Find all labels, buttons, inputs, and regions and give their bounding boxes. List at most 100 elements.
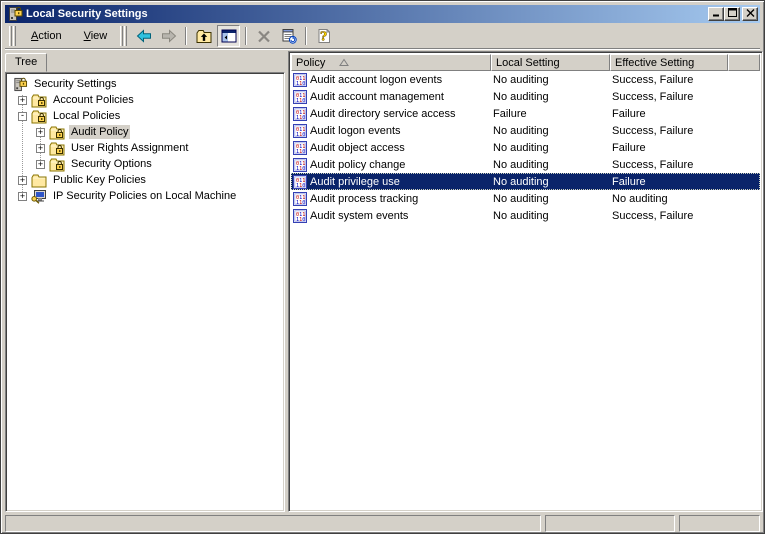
svg-text:110: 110 [296,98,305,104]
local-setting: No auditing [491,190,610,207]
effective-setting: Failure [610,105,728,122]
list-row-audit-account-management[interactable]: 011110Audit account managementNo auditin… [291,88,760,105]
tree-item-label[interactable]: User Rights Assignment [69,141,190,155]
local-setting: No auditing [491,122,610,139]
policy-cell: 011110Audit directory service access [291,105,491,122]
policy-icon: 011110 [293,73,307,87]
column-header-local-setting[interactable]: Local Setting [491,54,610,71]
rebar-grip[interactable] [9,26,17,46]
column-header-label: Effective Setting [615,57,694,69]
effective-setting: No auditing [610,190,728,207]
status-panel [5,515,541,532]
menu-action[interactable]: Action [20,27,73,45]
column-header-effective-setting[interactable]: Effective Setting [610,54,728,71]
tree-item-label[interactable]: IP Security Policies on Local Machine [51,189,238,203]
policy-icon: 011110 [293,209,307,223]
titlebar[interactable]: Local Security Settings [5,5,760,23]
tree-item-security-settings[interactable]: Security Settings [8,76,282,92]
tree-item-label[interactable]: Security Options [69,157,154,171]
toolbar-separator [185,27,187,45]
policy-icon: 011110 [293,141,307,155]
status-bar [5,515,760,532]
effective-setting: Failure [610,173,728,190]
list-body: 011110Audit account logon eventsNo audit… [291,71,760,224]
policy-icon: 011110 [293,124,307,138]
collapse-icon[interactable] [18,112,27,121]
svg-text:110: 110 [296,115,305,121]
show-tree-icon [221,28,237,44]
folder-lock-icon [49,157,65,172]
status-panel [545,515,675,532]
list-row-audit-policy-change[interactable]: 011110Audit policy changeNo auditingSucc… [291,156,760,173]
tree-item-user-rights-assignment[interactable]: User Rights Assignment [8,140,282,156]
list-row-audit-account-logon-events[interactable]: 011110Audit account logon eventsNo audit… [291,71,760,88]
column-header-policy[interactable]: Policy [291,54,491,71]
console-lock-icon [12,77,28,92]
tree-item-label[interactable]: Security Settings [32,77,119,91]
tab-tree[interactable]: Tree [5,53,47,72]
minimize-button[interactable] [708,7,724,21]
effective-setting: Success, Failure [610,207,728,224]
list-row-audit-system-events[interactable]: 011110Audit system events No auditingSucc… [291,207,760,224]
svg-text:110: 110 [296,200,305,206]
policy-icon: 011110 [293,107,307,121]
tree-item-audit-policy[interactable]: Audit Policy [8,124,282,140]
local-setting: No auditing [491,139,610,156]
expand-icon[interactable] [18,176,27,185]
policy-name: Audit system events [310,210,408,222]
list-row-audit-directory-service-access[interactable]: 011110Audit directory service access Fail… [291,105,760,122]
tree-item-label[interactable]: Local Policies [51,109,122,123]
export-list-icon [281,28,297,44]
close-button[interactable] [742,7,758,21]
tree-item-account-policies[interactable]: Account Policies [8,92,282,108]
export-list-button[interactable] [277,25,300,47]
help-icon: ? [316,28,332,44]
policy-cell: 011110Audit account management [291,88,491,105]
list-row-audit-privilege-use[interactable]: 011110Audit privilege useNo auditingFail… [291,173,760,190]
results-pane: Policy Local Setting Effective Setting 011… [288,51,763,512]
local-setting: No auditing [491,207,610,224]
column-header-label: Local Setting [496,57,560,69]
window-icon [7,6,23,22]
window-controls [708,7,758,21]
tree-item-local-policies[interactable]: Local Policies [8,108,282,124]
policy-name: Audit logon events [310,125,401,137]
rebar-grip[interactable] [120,26,128,46]
tree-item-ip-security-policies-on-local-machine[interactable]: IP Security Policies on Local Machine [8,188,282,204]
ipsec-icon [31,189,47,204]
close-icon [746,8,755,20]
effective-setting: Failure [610,139,728,156]
up-button[interactable] [192,25,215,47]
list-row-audit-logon-events[interactable]: 011110Audit logon events No auditingSucce… [291,122,760,139]
folder-lock-icon [31,93,47,108]
folder-lock-icon [49,141,65,156]
folder-lock-icon [49,125,65,140]
help-button[interactable]: ? [312,25,335,47]
folder-lock-icon [31,109,47,124]
window-title: Local Security Settings [26,8,708,20]
menu-view[interactable]: View [73,27,119,45]
list-row-audit-process-tracking[interactable]: 011110Audit process trackingNo auditingN… [291,190,760,207]
list-row-audit-object-access[interactable]: 011110Audit object accessNo auditingFail… [291,139,760,156]
tree-item-label[interactable]: Audit Policy [69,125,130,139]
expand-icon[interactable] [18,192,27,201]
maximize-button[interactable] [724,7,740,21]
delete-button [252,25,275,47]
policy-cell: 011110Audit privilege use [291,173,491,190]
tree-item-security-options[interactable]: Security Options [8,156,282,172]
status-panel [679,515,760,532]
effective-setting: Success, Failure [610,122,728,139]
expand-icon[interactable] [36,128,45,137]
tree-item-label[interactable]: Account Policies [51,93,136,107]
tree-item-label[interactable]: Public Key Policies [51,173,148,187]
tree-item-public-key-policies[interactable]: Public Key Policies [8,172,282,188]
show-tree-button[interactable] [217,25,240,47]
toolbar: ? [131,25,336,47]
minimize-icon [712,8,721,20]
back-button[interactable] [132,25,155,47]
expand-icon[interactable] [18,96,27,105]
svg-text:110: 110 [296,183,305,189]
svg-text:110: 110 [296,166,305,172]
expand-icon[interactable] [36,144,45,153]
expand-icon[interactable] [36,160,45,169]
